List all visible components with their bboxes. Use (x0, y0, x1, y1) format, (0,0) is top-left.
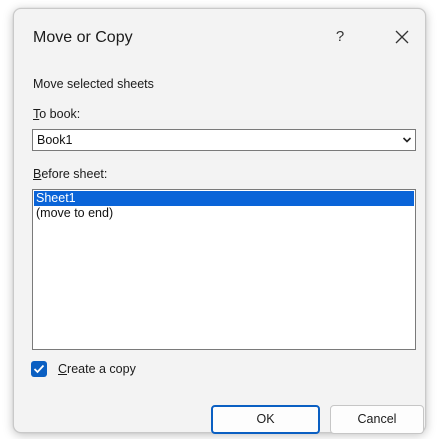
close-button[interactable] (387, 23, 417, 51)
create-copy-checkbox[interactable] (31, 361, 47, 377)
before-sheet-listbox[interactable]: Sheet1 (move to end) (32, 189, 416, 350)
chevron-down-icon (402, 137, 412, 143)
to-book-label-rest: o book: (39, 107, 81, 121)
dialog-titlebar[interactable]: Move or Copy ? (14, 9, 425, 57)
create-copy-label-rest: reate a copy (67, 362, 136, 376)
to-book-label: To book: (33, 107, 80, 121)
list-item-sheet1[interactable]: Sheet1 (34, 191, 414, 206)
before-sheet-label: Before sheet: (33, 167, 107, 181)
help-button[interactable]: ? (325, 23, 355, 51)
create-copy-label[interactable]: Create a copy (58, 362, 136, 376)
to-book-dropdown[interactable]: Book1 (32, 129, 416, 151)
move-or-copy-dialog: Move or Copy ? Move selected sheets To b… (13, 8, 426, 434)
checkmark-icon (33, 364, 45, 374)
ok-button[interactable]: OK (211, 405, 320, 434)
create-copy-label-mnemonic: C (58, 362, 68, 376)
to-book-selected-value: Book1 (37, 133, 73, 147)
dialog-subtitle: Move selected sheets (33, 77, 154, 91)
cancel-button[interactable]: Cancel (330, 405, 424, 434)
before-sheet-label-rest: efore sheet: (41, 167, 108, 181)
list-item-move-to-end[interactable]: (move to end) (34, 206, 414, 221)
close-icon (395, 30, 409, 44)
dialog-title: Move or Copy (33, 29, 133, 46)
